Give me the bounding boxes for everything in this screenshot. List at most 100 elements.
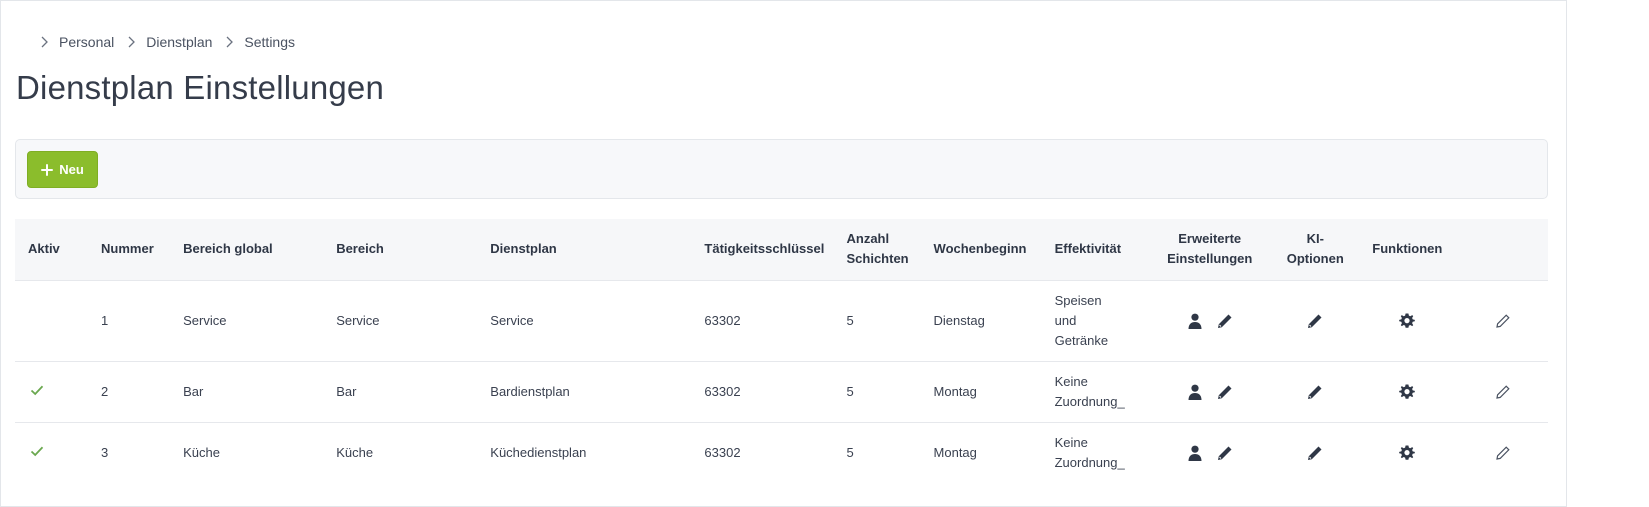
breadcrumb-item-settings[interactable]: Settings <box>224 34 295 50</box>
column-header-taetigkeitsschluessel[interactable]: Tätigkeitsschlüssel <box>691 219 833 280</box>
table-header-row: Aktiv Nummer Bereich global Bereich Dien… <box>15 219 1548 280</box>
edit-outline-icon[interactable] <box>1494 312 1512 330</box>
cell-funktionen <box>1356 279 1458 361</box>
user-icon[interactable] <box>1186 444 1204 462</box>
breadcrumb-item-dienstplan[interactable]: Dienstplan <box>126 34 212 50</box>
cell-bereich-global: Küche <box>170 421 324 483</box>
check-icon <box>28 381 46 399</box>
column-header-anzahl-schichten[interactable]: Anzahl Schichten <box>833 219 920 280</box>
cell-ki-optionen <box>1273 421 1357 483</box>
column-header-dienstplan[interactable]: Dienstplan <box>477 219 691 280</box>
user-icon[interactable] <box>1186 312 1204 330</box>
breadcrumb: Personal Dienstplan Settings <box>39 34 295 50</box>
effektivitaet-line: Getränke <box>1054 332 1109 348</box>
breadcrumb-item-personal[interactable]: Personal <box>39 34 114 50</box>
pencil-icon[interactable] <box>1216 444 1234 462</box>
cell-aktiv <box>15 421 89 483</box>
cell-bereich: Service <box>323 279 478 361</box>
toolbar: Neu <box>15 139 1548 199</box>
header-line: Schichten <box>846 251 909 267</box>
check-icon <box>28 442 46 460</box>
app-frame: Personal Dienstplan Settings Dienstplan … <box>0 0 1567 507</box>
cell-wochenbeginn: Dienstag <box>920 279 1042 361</box>
column-header-effektivitaet[interactable]: Effektivität <box>1042 219 1146 280</box>
breadcrumb-label[interactable]: Settings <box>244 34 295 50</box>
cell-nummer: 2 <box>88 360 171 422</box>
cell-bereich: Küche <box>323 421 478 483</box>
cell-effektivitaet: Keine Zuordnung_ <box>1041 421 1146 483</box>
cell-dienstplan: Bardienstplan <box>477 360 692 422</box>
column-header-ki-optionen: KI- Optionen <box>1274 219 1357 280</box>
user-icon[interactable] <box>1186 383 1204 401</box>
header-line: KI- <box>1306 231 1324 247</box>
table-row[interactable]: 3 Küche Küche Küchedienstplan 63302 5 Mo… <box>15 421 1548 483</box>
column-header-nummer[interactable]: Nummer <box>88 219 170 280</box>
edit-outline-icon[interactable] <box>1494 383 1512 401</box>
cell-edit <box>1457 279 1548 361</box>
table-row[interactable]: 2 Bar Bar Bardienstplan 63302 5 Montag K… <box>15 360 1548 422</box>
cell-effektivitaet: Keine Zuordnung_ <box>1041 360 1146 422</box>
breadcrumb-label[interactable]: Dienstplan <box>146 34 212 50</box>
pencil-icon[interactable] <box>1306 312 1324 330</box>
cell-taetigkeitsschluessel: 63302 <box>691 360 834 422</box>
effektivitaet-line: Keine <box>1054 373 1088 389</box>
chevron-right-icon <box>226 36 234 48</box>
gear-icon[interactable] <box>1398 312 1416 330</box>
cell-ki-optionen <box>1273 279 1357 361</box>
column-header-wochenbeginn[interactable]: Wochenbeginn <box>921 219 1042 280</box>
pencil-icon[interactable] <box>1306 383 1324 401</box>
effektivitaet-line: Zuordnung_ <box>1054 454 1125 470</box>
cell-edit <box>1457 360 1548 422</box>
effektivitaet-line: Speisen <box>1054 292 1102 308</box>
cell-erweiterte-einstellungen <box>1145 279 1274 361</box>
header-line: Einstellungen <box>1167 251 1253 267</box>
cell-wochenbeginn: Montag <box>920 360 1042 422</box>
cell-wochenbeginn: Montag <box>920 421 1042 483</box>
header-line: Erweiterte <box>1178 231 1242 247</box>
cell-anzahl-schichten: 5 <box>833 279 921 361</box>
dienstplan-table: Aktiv Nummer Bereich global Bereich Dien… <box>15 219 1548 483</box>
edit-outline-icon[interactable] <box>1494 444 1512 462</box>
pencil-icon[interactable] <box>1306 444 1324 462</box>
header-line: Optionen <box>1286 251 1344 267</box>
header-line: Anzahl <box>846 231 890 247</box>
column-header-bereich[interactable]: Bereich <box>323 219 477 280</box>
new-button-label: Neu <box>59 162 84 177</box>
effektivitaet-line: und <box>1054 312 1077 328</box>
breadcrumb-label[interactable]: Personal <box>59 34 114 50</box>
cell-nummer: 3 <box>88 421 171 483</box>
cell-bereich-global: Service <box>170 279 324 361</box>
cell-effektivitaet: Speisen und Getränke <box>1041 279 1146 361</box>
new-button[interactable]: Neu <box>27 151 98 188</box>
column-header-aktiv[interactable]: Aktiv <box>15 219 88 280</box>
cell-aktiv <box>15 360 89 422</box>
chevron-right-icon <box>41 36 48 48</box>
gear-icon[interactable] <box>1398 383 1416 401</box>
page-margin <box>1567 0 1649 507</box>
gear-icon[interactable] <box>1398 444 1416 462</box>
cell-ki-optionen <box>1273 360 1357 422</box>
plus-icon <box>41 163 54 176</box>
cell-taetigkeitsschluessel: 63302 <box>691 279 834 361</box>
cell-aktiv <box>15 279 89 361</box>
cell-nummer: 1 <box>88 279 171 361</box>
cell-funktionen <box>1356 421 1458 483</box>
cell-bereich: Bar <box>323 360 478 422</box>
pencil-icon[interactable] <box>1216 312 1234 330</box>
cell-erweiterte-einstellungen <box>1145 360 1274 422</box>
pencil-icon[interactable] <box>1216 383 1234 401</box>
cell-dienstplan: Küchedienstplan <box>477 421 692 483</box>
cell-anzahl-schichten: 5 <box>833 421 921 483</box>
cell-dienstplan: Service <box>477 279 692 361</box>
effektivitaet-line: Keine <box>1054 434 1088 450</box>
cell-taetigkeitsschluessel: 63302 <box>691 421 834 483</box>
cell-funktionen <box>1356 360 1458 422</box>
page-title: Dienstplan Einstellungen <box>16 69 385 106</box>
chevron-right-icon <box>128 36 136 48</box>
column-header-erweiterte-einstellungen: Erweiterte Einstellungen <box>1146 219 1274 280</box>
table-row[interactable]: 1 Service Service Service 63302 5 Dienst… <box>15 279 1548 361</box>
column-header-bereich-global[interactable]: Bereich global <box>170 219 323 280</box>
column-header-funktionen: Funktionen <box>1372 241 1443 257</box>
cell-erweiterte-einstellungen <box>1145 421 1274 483</box>
cell-bereich-global: Bar <box>170 360 324 422</box>
